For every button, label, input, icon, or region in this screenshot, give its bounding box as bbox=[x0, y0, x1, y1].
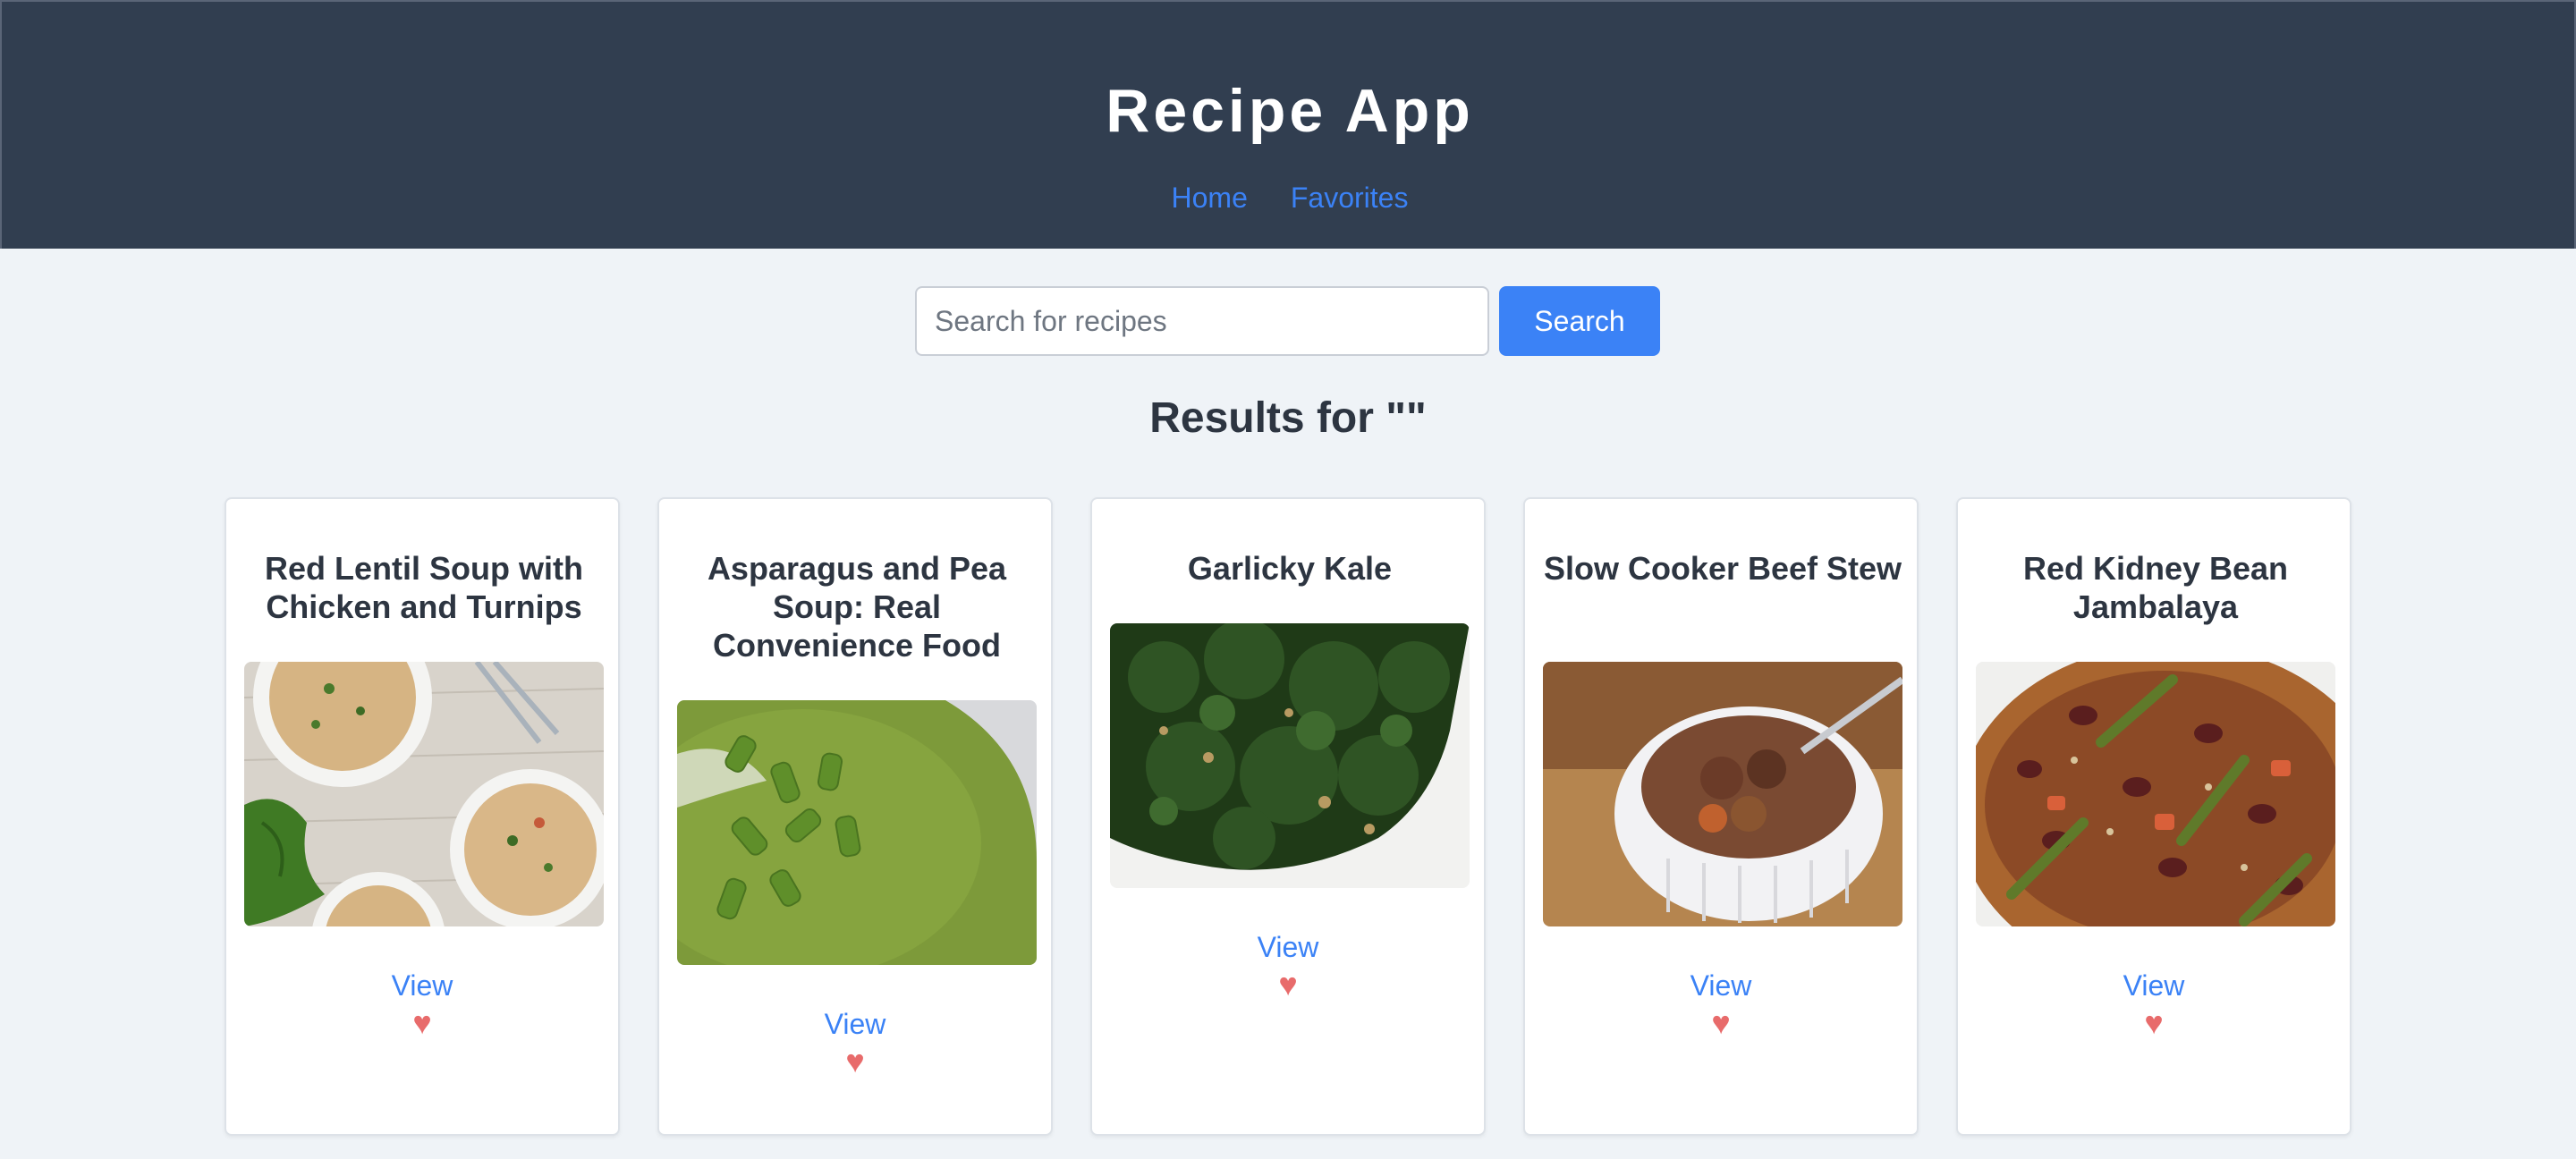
recipe-card: Asparagus and Pea Soup: Real Convenience… bbox=[657, 497, 1053, 1136]
search-input[interactable] bbox=[915, 286, 1489, 356]
recipe-card: Slow Cooker Beef Stew View ♥ bbox=[1523, 497, 1919, 1136]
main-nav: Home Favorites bbox=[2, 177, 2576, 218]
view-recipe-link[interactable]: View bbox=[1958, 968, 2350, 1003]
recipe-card: Red Lentil Soup with Chicken and Turnips… bbox=[225, 497, 620, 1136]
green-soup-image bbox=[677, 700, 1037, 965]
recipe-title: Garlicky Kale bbox=[1187, 550, 1393, 587]
recipe-card: Garlicky Kale View ♥ bbox=[1090, 497, 1486, 1136]
recipe-title: Slow Cooker Beef Stew bbox=[1543, 550, 1902, 587]
soup-bowls-image bbox=[244, 662, 604, 926]
recipe-title: Asparagus and Pea Soup: Real Convenience… bbox=[707, 550, 1007, 664]
view-recipe-link[interactable]: View bbox=[659, 1006, 1051, 1042]
view-recipe-link[interactable]: View bbox=[226, 968, 618, 1003]
favorite-heart-icon[interactable]: ♥ bbox=[226, 1005, 618, 1041]
nav-favorites-link[interactable]: Favorites bbox=[1291, 177, 1409, 218]
kale-image bbox=[1110, 623, 1470, 888]
favorite-heart-icon[interactable]: ♥ bbox=[1958, 1005, 2350, 1041]
view-recipe-link[interactable]: View bbox=[1525, 968, 1917, 1003]
nav-home-link[interactable]: Home bbox=[1172, 177, 1248, 218]
recipe-image bbox=[1110, 623, 1470, 888]
recipe-image bbox=[244, 662, 604, 926]
favorite-heart-icon[interactable]: ♥ bbox=[1525, 1005, 1917, 1041]
recipe-image bbox=[1543, 662, 1902, 926]
recipe-title: Red Kidney Bean Jambalaya bbox=[2022, 550, 2289, 625]
favorite-heart-icon[interactable]: ♥ bbox=[1092, 967, 1484, 1002]
recipe-card: Red Kidney Bean Jambalaya View ♥ bbox=[1956, 497, 2351, 1136]
app-header: Recipe App Home Favorites bbox=[0, 0, 2576, 249]
jambalaya-image bbox=[1976, 662, 2335, 926]
app-title: Recipe App bbox=[1106, 77, 1474, 145]
view-recipe-link[interactable]: View bbox=[1092, 929, 1484, 965]
recipe-title: Red Lentil Soup with Chicken and Turnips bbox=[265, 550, 583, 625]
recipe-image bbox=[677, 700, 1037, 965]
favorite-heart-icon[interactable]: ♥ bbox=[659, 1044, 1051, 1079]
recipe-image bbox=[1976, 662, 2335, 926]
search-button[interactable]: Search bbox=[1499, 286, 1660, 356]
beef-stew-image bbox=[1543, 662, 1902, 926]
results-heading: Results for "" bbox=[1149, 394, 1427, 442]
